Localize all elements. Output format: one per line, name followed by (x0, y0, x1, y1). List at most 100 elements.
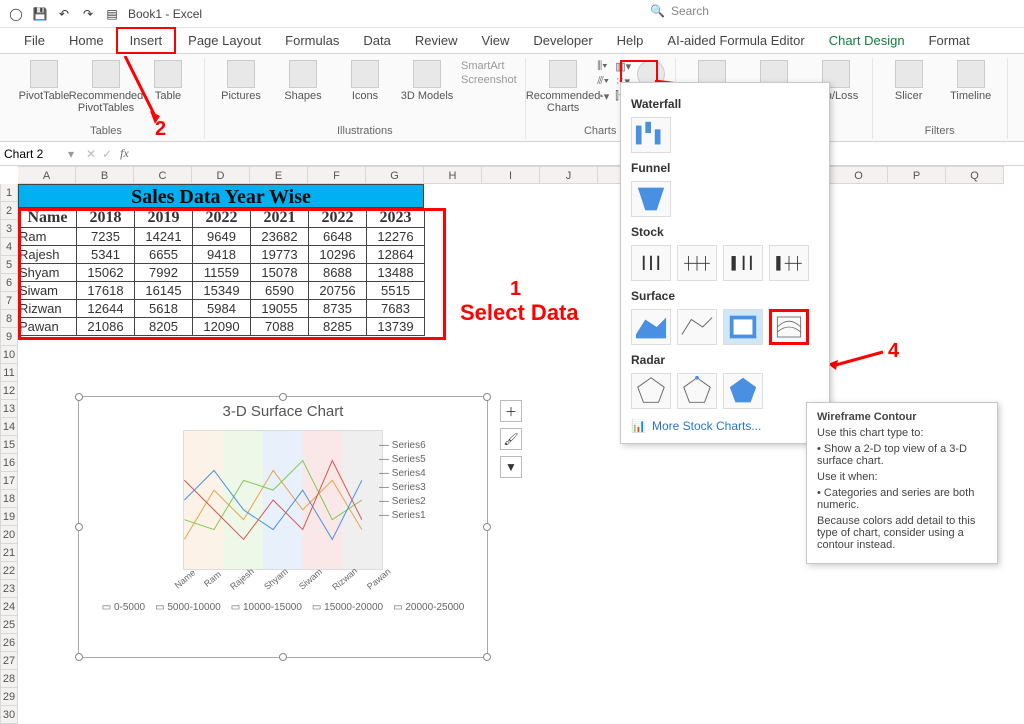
col-header-B[interactable]: B (76, 166, 134, 184)
tab-insert[interactable]: Insert (116, 27, 177, 54)
row-header-25[interactable]: 25 (0, 616, 18, 634)
row-header-3[interactable]: 3 (0, 220, 18, 238)
col-header-J[interactable]: J (540, 166, 598, 184)
table-cell[interactable]: 6655 (135, 246, 193, 264)
row-header-27[interactable]: 27 (0, 652, 18, 670)
table-cell[interactable]: 8735 (309, 300, 367, 318)
tab-help[interactable]: Help (605, 29, 656, 52)
table-cell[interactable]: 12090 (193, 318, 251, 336)
row-header-26[interactable]: 26 (0, 634, 18, 652)
col-header-Q[interactable]: Q (946, 166, 1004, 184)
table-cell[interactable]: 6648 (309, 228, 367, 246)
shapes-button[interactable]: Shapes (275, 60, 331, 102)
table-cell[interactable]: 15062 (77, 264, 135, 282)
tab-review[interactable]: Review (403, 29, 470, 52)
tab-formulas[interactable]: Formulas (273, 29, 351, 52)
table-cell[interactable]: 7235 (77, 228, 135, 246)
print-icon[interactable]: ▤ (104, 6, 120, 22)
col-header-H[interactable]: H (424, 166, 482, 184)
autosave-icon[interactable]: ◯ (8, 6, 24, 22)
contour-option[interactable] (723, 309, 763, 345)
table-cell[interactable]: 5984 (193, 300, 251, 318)
chart-styles-button[interactable]: 🖌 (500, 428, 522, 450)
smartart-button[interactable]: SmartArt (461, 60, 517, 72)
table-cell[interactable]: 5341 (77, 246, 135, 264)
save-icon[interactable]: 💾 (32, 6, 48, 22)
table-cell[interactable]: 15078 (251, 264, 309, 282)
table-cell[interactable]: 5618 (135, 300, 193, 318)
table-cell[interactable]: 17618 (77, 282, 135, 300)
chart-title[interactable]: 3-D Surface Chart (79, 403, 487, 420)
table-cell[interactable]: Siwam (19, 282, 77, 300)
row-header-16[interactable]: 16 (0, 454, 18, 472)
search-box[interactable]: 🔍 Search (650, 4, 709, 18)
table-header[interactable]: 2019 (135, 209, 193, 228)
table-header[interactable]: 2023 (367, 209, 425, 228)
table-cell[interactable]: Rizwan (19, 300, 77, 318)
chart-filters-button[interactable]: ▼ (500, 456, 522, 478)
pivottable-button[interactable]: PivotTable (16, 60, 72, 114)
embedded-chart[interactable]: 3-D Surface Chart — Series6— Series5— Se… (78, 396, 488, 658)
tab-file[interactable]: File (12, 29, 57, 52)
surface-3d-option[interactable] (631, 309, 671, 345)
table-header[interactable]: 2022 (309, 209, 367, 228)
table-cell[interactable]: 12276 (367, 228, 425, 246)
table-cell[interactable]: 13488 (367, 264, 425, 282)
col-header-I[interactable]: I (482, 166, 540, 184)
radar-filled-option[interactable] (723, 373, 763, 409)
wireframe-3d-option[interactable] (677, 309, 717, 345)
row-header-19[interactable]: 19 (0, 508, 18, 526)
row-header-1[interactable]: 1 (0, 184, 18, 202)
row-header-5[interactable]: 5 (0, 256, 18, 274)
table-cell[interactable]: 12644 (77, 300, 135, 318)
table-cell[interactable]: 23682 (251, 228, 309, 246)
chart-line-icon[interactable]: ⫻▾ (597, 75, 609, 88)
chart-column-icon[interactable]: ⫼▾ (597, 60, 609, 73)
table-cell[interactable]: 8205 (135, 318, 193, 336)
row-header-24[interactable]: 24 (0, 598, 18, 616)
table-header[interactable]: 2022 (193, 209, 251, 228)
data-table[interactable]: Name201820192022202120222023 Ram72351424… (18, 208, 425, 336)
recommended-charts-button[interactable]: Recommended Charts (535, 60, 591, 114)
row-header-9[interactable]: 9 (0, 328, 18, 346)
chart-elements-button[interactable]: ＋ (500, 400, 522, 422)
waterfall-chart-option[interactable] (631, 117, 671, 153)
row-header-10[interactable]: 10 (0, 346, 18, 364)
row-header-20[interactable]: 20 (0, 526, 18, 544)
wireframe-contour-option[interactable] (769, 309, 809, 345)
3dmodels-button[interactable]: 3D Models (399, 60, 455, 102)
col-header-A[interactable]: A (18, 166, 76, 184)
col-header-E[interactable]: E (250, 166, 308, 184)
stock-ohlc-option[interactable]: ┼┼┼ (677, 245, 717, 281)
row-header-13[interactable]: 13 (0, 400, 18, 418)
tab-view[interactable]: View (469, 29, 521, 52)
table-cell[interactable]: Pawan (19, 318, 77, 336)
table-row[interactable]: Pawan210868205120907088828513739 (19, 318, 425, 336)
table-cell[interactable]: 21086 (77, 318, 135, 336)
slicer-button[interactable]: Slicer (881, 60, 937, 102)
table-cell[interactable]: 6590 (251, 282, 309, 300)
stock-vohlc-option[interactable]: ▌┼┼ (769, 245, 809, 281)
pictures-button[interactable]: Pictures (213, 60, 269, 102)
col-header-P[interactable]: P (888, 166, 946, 184)
row-header-15[interactable]: 15 (0, 436, 18, 454)
table-row[interactable]: Shyam1506279921155915078868813488 (19, 264, 425, 282)
row-header-8[interactable]: 8 (0, 310, 18, 328)
row-header-2[interactable]: 2 (0, 202, 18, 220)
tab-developer[interactable]: Developer (521, 29, 604, 52)
row-header-23[interactable]: 23 (0, 580, 18, 598)
row-header-21[interactable]: 21 (0, 544, 18, 562)
col-header-F[interactable]: F (308, 166, 366, 184)
radar-markers-option[interactable] (677, 373, 717, 409)
table-cell[interactable]: 9418 (193, 246, 251, 264)
table-cell[interactable]: 10296 (309, 246, 367, 264)
funnel-chart-option[interactable] (631, 181, 671, 217)
tab-format[interactable]: Format (917, 29, 982, 52)
name-box[interactable] (4, 147, 64, 161)
row-header-29[interactable]: 29 (0, 688, 18, 706)
tab-home[interactable]: Home (57, 29, 116, 52)
row-header-6[interactable]: 6 (0, 274, 18, 292)
undo-icon[interactable]: ↶ (56, 6, 72, 22)
tab-data[interactable]: Data (351, 29, 402, 52)
table-row[interactable]: Siwam1761816145153496590207565515 (19, 282, 425, 300)
